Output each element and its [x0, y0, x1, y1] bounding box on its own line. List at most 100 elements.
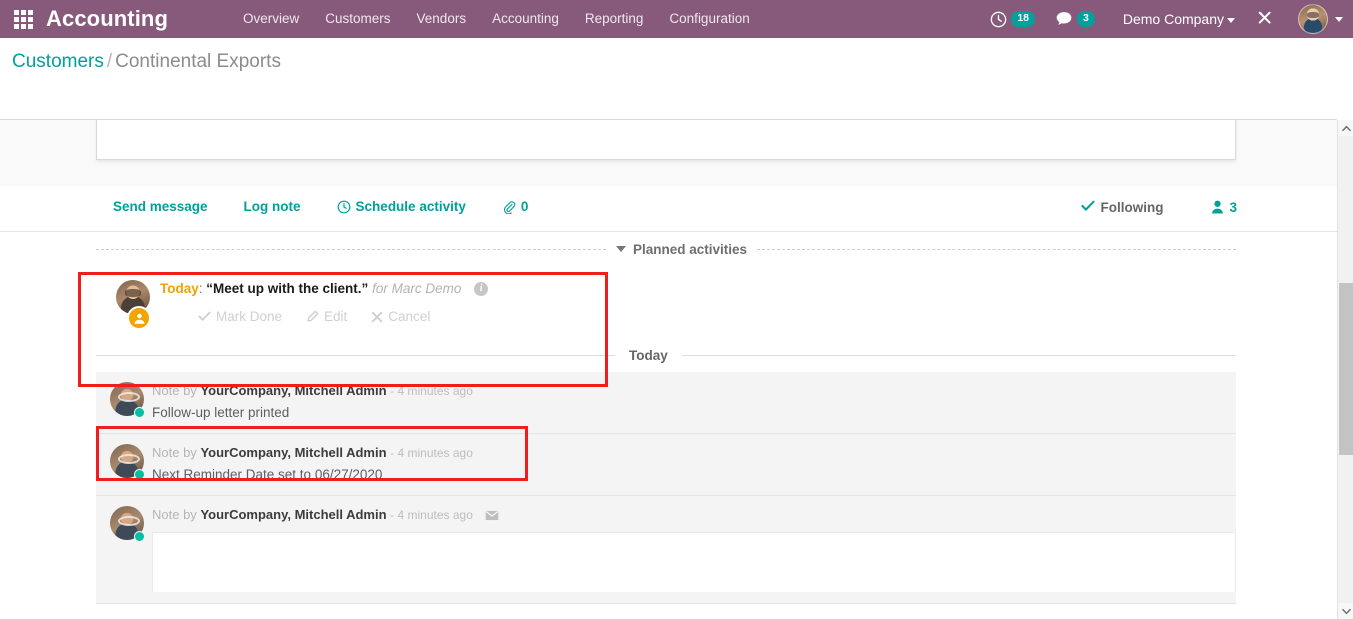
following-button[interactable]: Following [1081, 199, 1163, 215]
activity-assignee: for Marc Demo [372, 281, 462, 296]
following-label: Following [1100, 199, 1164, 215]
messages-menu-button[interactable]: 3 [1045, 0, 1105, 38]
message-item[interactable]: Note by YourCompany, Mitchell Admin - 4 … [96, 372, 1236, 434]
chevron-down-icon [1335, 16, 1343, 22]
check-icon [1081, 199, 1096, 215]
cancel-activity-button[interactable]: Cancel [371, 309, 430, 324]
breadcrumb-separator: / [106, 51, 113, 72]
menu-item-configuration[interactable]: Configuration [656, 0, 762, 38]
activities-menu-button[interactable]: 18 [980, 0, 1045, 38]
planned-activities-header: Planned activities [96, 232, 1236, 266]
message-item[interactable]: Note by YourCompany, Mitchell Admin - 4 … [96, 496, 1236, 604]
divider-line-right [757, 248, 1236, 250]
company-name-label: Demo Company [1122, 11, 1224, 27]
send-message-label: Send message [113, 199, 208, 214]
message-author: YourCompany, Mitchell Admin [200, 445, 387, 460]
mark-done-label: Mark Done [216, 309, 283, 324]
menu-item-reporting[interactable]: Reporting [572, 0, 657, 38]
message-list: Note by YourCompany, Mitchell Admin - 4 … [0, 372, 1337, 604]
scrollbar-track-upper[interactable] [1338, 136, 1353, 283]
caret-down-icon [1341, 608, 1351, 614]
followers-button[interactable]: 3 [1211, 200, 1237, 215]
menu-item-overview[interactable]: Overview [230, 0, 312, 38]
activity-meeting-icon [127, 306, 151, 330]
developer-tools-button[interactable] [1241, 10, 1288, 28]
planned-activity-row: Today: “Meet up with the client.” for Ma… [0, 266, 1337, 338]
log-note-button[interactable]: Log note [244, 199, 301, 214]
chatter-toolbar: Send message Log note Schedule activity [0, 186, 1337, 232]
message-timestamp: - 4 minutes ago [390, 384, 473, 398]
messages-count-badge: 3 [1077, 11, 1095, 27]
message-prefix: Note by [152, 507, 197, 522]
main-menu: Overview Customers Vendors Accounting Re… [230, 0, 763, 38]
activities-count-badge: 18 [1011, 11, 1035, 27]
message-header: Note by YourCompany, Mitchell Admin - 4 … [152, 444, 1236, 462]
schedule-activity-button[interactable]: Schedule activity [337, 199, 466, 214]
planned-activities-section: Planned activities Today: “Meet up with … [0, 232, 1337, 338]
caret-up-icon [1341, 125, 1351, 131]
scroll-up-button[interactable] [1338, 120, 1353, 136]
activity-colon: : [198, 281, 203, 296]
form-sheet-area [0, 120, 1337, 186]
planned-activity-summary-line: Today: “Meet up with the client.” for Ma… [160, 280, 489, 298]
chatter-followers-area: Following 3 [1081, 199, 1237, 215]
wrench-screwdriver-icon [1258, 11, 1271, 24]
pencil-icon [306, 310, 319, 323]
day-divider-today: Today [96, 338, 1236, 372]
user-icon [1211, 200, 1224, 214]
menu-item-vendors[interactable]: Vendors [404, 0, 480, 38]
message-body: Follow-up letter printed [152, 405, 290, 420]
message-prefix: Note by [152, 445, 197, 460]
paperclip-icon [502, 200, 516, 214]
message-author: YourCompany, Mitchell Admin [200, 383, 387, 398]
planned-activity-actions: Mark Done Edit Cancel [160, 309, 488, 324]
chevron-down-icon [1227, 17, 1235, 23]
info-icon[interactable]: i [474, 282, 489, 297]
vertical-scrollbar[interactable] [1337, 120, 1353, 619]
scrollbar-track-lower[interactable] [1338, 455, 1353, 603]
log-note-label: Log note [243, 199, 301, 214]
caret-down-icon [616, 246, 626, 252]
scrollbar-thumb[interactable] [1339, 283, 1353, 455]
attachments-button[interactable]: 0 [502, 199, 529, 214]
menu-item-accounting[interactable]: Accounting [479, 0, 572, 38]
message-author: YourCompany, Mitchell Admin [200, 507, 387, 522]
divider-line-left [96, 248, 606, 250]
send-message-button[interactable]: Send message [113, 199, 208, 214]
online-status-dot [134, 407, 145, 418]
message-header: Note by YourCompany, Mitchell Admin - 4 … [152, 506, 1236, 526]
planned-activities-toggle[interactable]: Planned activities [606, 242, 757, 257]
mark-done-button[interactable]: Mark Done [198, 309, 282, 324]
menu-item-customers[interactable]: Customers [312, 0, 403, 38]
attachment-count: 0 [520, 199, 529, 214]
app-screen: Accounting Overview Customers Vendors Ac… [0, 0, 1353, 619]
chatter: Send message Log note Schedule activity [0, 186, 1337, 604]
edit-activity-button[interactable]: Edit [306, 309, 347, 324]
navbar-systray: 18 3 Demo Company [980, 0, 1353, 38]
avatar [1298, 4, 1328, 34]
planned-activities-label: Planned activities [633, 241, 748, 257]
online-status-dot [134, 469, 145, 480]
control-panel: Customers/Continental Exports EDIT CREAT… [0, 38, 1337, 153]
message-item[interactable]: Note by YourCompany, Mitchell Admin - 4 … [96, 434, 1236, 496]
check-icon [198, 311, 211, 322]
top-navbar: Accounting Overview Customers Vendors Ac… [0, 0, 1353, 38]
user-menu-button[interactable] [1288, 4, 1343, 34]
app-brand-title[interactable]: Accounting [46, 0, 168, 38]
company-switcher[interactable]: Demo Company [1105, 11, 1241, 27]
clock-icon [337, 200, 351, 214]
clock-icon [991, 11, 1007, 27]
scroll-down-button[interactable] [1338, 603, 1353, 619]
breadcrumb-item-customers[interactable]: Customers [12, 51, 104, 72]
breadcrumb: Customers / Continental Exports [12, 50, 281, 74]
form-sheet [96, 120, 1236, 160]
apps-menu-button[interactable] [0, 0, 46, 38]
apps-grid-icon [13, 9, 33, 29]
chat-bubble-icon [1056, 12, 1072, 25]
breadcrumb-item-current: Continental Exports [115, 51, 281, 72]
schedule-activity-label: Schedule activity [355, 199, 466, 214]
divider-line-right [681, 354, 1236, 356]
followers-count-label: 3 [1229, 199, 1237, 215]
envelope-icon[interactable] [485, 508, 499, 526]
planned-activity-body: Today: “Meet up with the client.” for Ma… [118, 280, 489, 330]
